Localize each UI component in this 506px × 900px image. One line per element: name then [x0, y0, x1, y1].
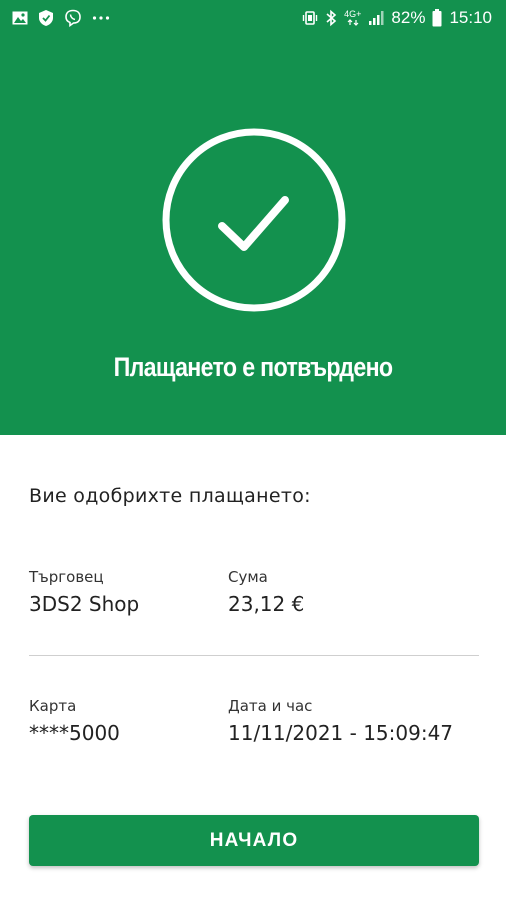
status-left-icons [12, 9, 110, 27]
status-bar: 4G+ 82% 15:10 [0, 0, 506, 36]
more-dots-icon [92, 15, 110, 21]
network-4g-icon: 4G+ [344, 10, 361, 26]
viber-icon [64, 9, 82, 27]
battery-icon [432, 9, 442, 27]
status-time: 15:10 [449, 8, 492, 27]
divider [29, 655, 479, 656]
datetime-label: Дата и час [228, 697, 313, 715]
shield-icon [38, 9, 54, 27]
battery-percent: 82% [391, 8, 426, 27]
card-label: Карта [29, 697, 77, 715]
approved-message: Вие одобрихте плащането: [29, 485, 311, 507]
check-circle-icon [162, 128, 346, 312]
confirmation-header: Плащането е потвърдено [0, 36, 506, 435]
bluetooth-icon [325, 9, 337, 27]
amount-value: 23,12 € [228, 592, 305, 616]
page-title: Плащането е потвърдено [113, 352, 393, 382]
image-icon [12, 11, 28, 25]
amount-label: Сума [228, 568, 268, 586]
status-right-icons: 4G+ 82% 15:10 [302, 8, 492, 28]
card-value: ****5000 [29, 721, 120, 745]
merchant-value: 3DS2 Shop [29, 592, 140, 616]
merchant-label: Търговец [29, 568, 104, 586]
signal-icon [368, 10, 384, 26]
datetime-value: 11/11/2021 - 15:09:47 [228, 721, 454, 745]
vibrate-icon [302, 10, 318, 26]
start-button[interactable]: НАЧАЛО [29, 815, 479, 866]
